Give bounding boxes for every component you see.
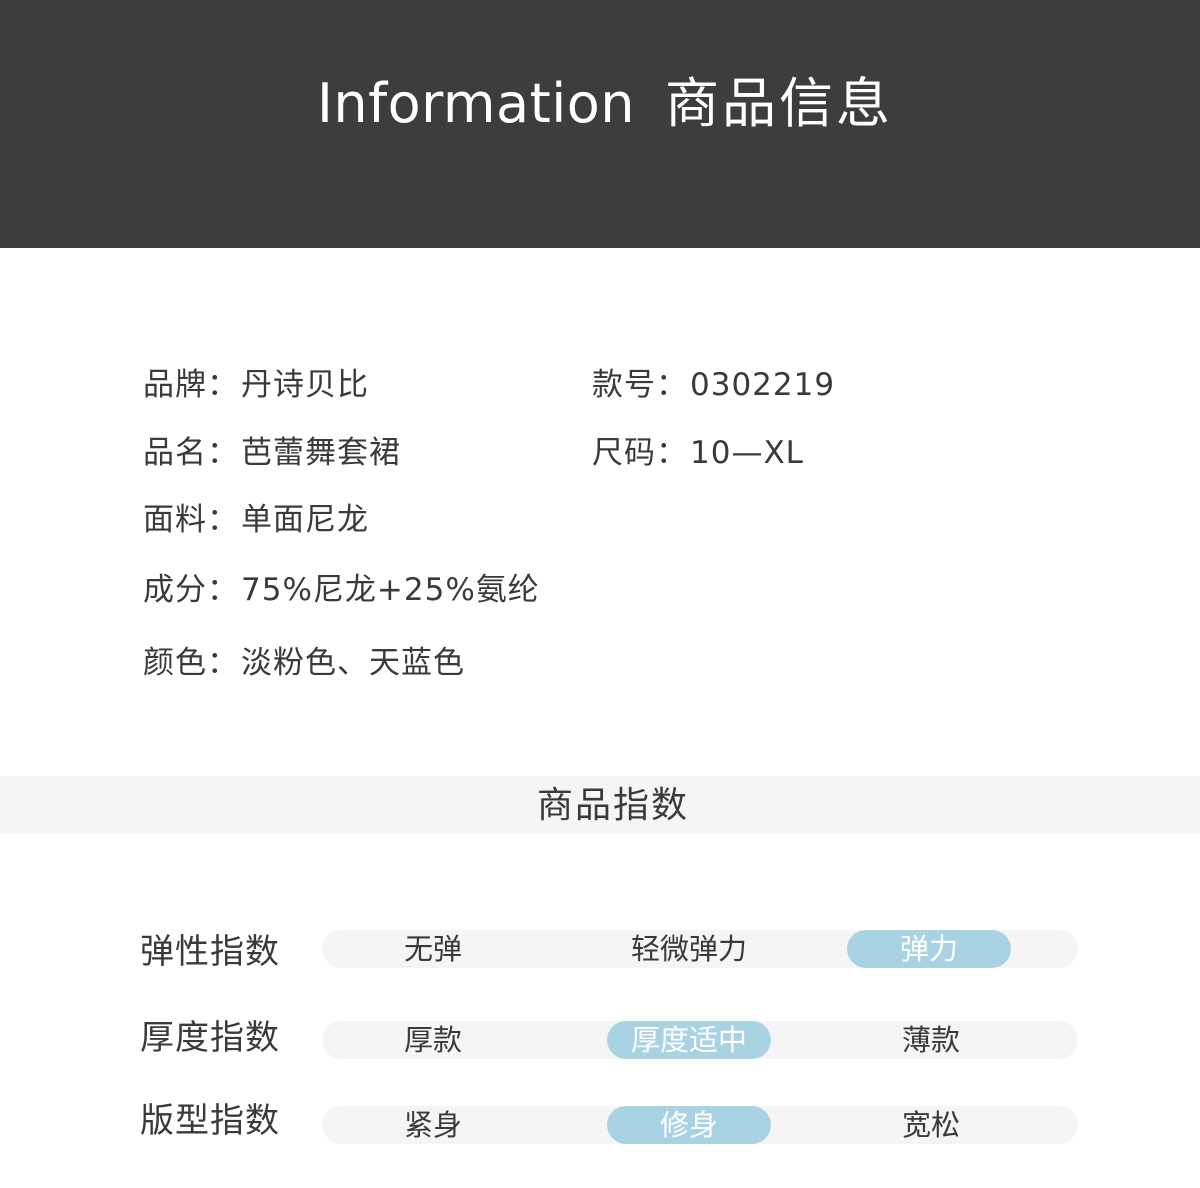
banner-title: Information 商品信息 bbox=[0, 64, 1200, 144]
thickness-option-1: 厚款 bbox=[403, 1023, 462, 1057]
info-size-value: 10—XL bbox=[690, 435, 804, 471]
info-fabric-label: 面料： bbox=[143, 502, 239, 538]
info-color-value: 淡粉色、天蓝色 bbox=[241, 645, 465, 681]
banner-title-zh: 商品信息 bbox=[665, 72, 894, 135]
fit-option-3: 宽松 bbox=[901, 1108, 960, 1142]
header-banner: Information 商品信息 bbox=[0, 0, 1200, 248]
elasticity-option-3: 弹力 bbox=[847, 930, 1011, 968]
elasticity-option-1: 无弹 bbox=[403, 932, 462, 966]
info-size-label: 尺码： bbox=[592, 435, 688, 471]
info-fabric-value: 单面尼龙 bbox=[241, 502, 369, 538]
info-name-label: 品名： bbox=[143, 435, 239, 471]
thickness-label: 厚度指数 bbox=[140, 1018, 280, 1058]
info-model-value: 0302219 bbox=[690, 367, 836, 403]
info-brand-value: 丹诗贝比 bbox=[241, 367, 369, 403]
index-section-header: 商品指数 bbox=[0, 776, 1200, 834]
thickness-option-3: 薄款 bbox=[901, 1023, 960, 1057]
elasticity-label: 弹性指数 bbox=[140, 932, 280, 972]
info-composition-value: 75%尼龙+25%氨纶 bbox=[241, 572, 540, 608]
info-color-label: 颜色： bbox=[143, 645, 239, 681]
index-section-title: 商品指数 bbox=[536, 785, 689, 826]
fit-scale: 紧身 修身 宽松 bbox=[322, 1106, 1078, 1144]
thickness-scale: 厚款 厚度适中 薄款 bbox=[322, 1021, 1078, 1059]
info-brand: 品牌：丹诗贝比 bbox=[143, 365, 369, 405]
info-color: 颜色：淡粉色、天蓝色 bbox=[143, 643, 465, 683]
fit-option-2: 修身 bbox=[607, 1106, 771, 1144]
info-model-label: 款号： bbox=[592, 367, 688, 403]
info-composition: 成分：75%尼龙+25%氨纶 bbox=[143, 570, 540, 610]
info-composition-label: 成分： bbox=[143, 572, 239, 608]
info-brand-label: 品牌： bbox=[143, 367, 239, 403]
fit-option-1: 紧身 bbox=[403, 1108, 462, 1142]
elasticity-option-2: 轻微弹力 bbox=[630, 932, 747, 966]
thickness-option-2: 厚度适中 bbox=[607, 1021, 771, 1059]
fit-label: 版型指数 bbox=[140, 1101, 280, 1141]
info-size: 尺码：10—XL bbox=[592, 433, 804, 473]
elasticity-scale: 无弹 轻微弹力 弹力 bbox=[322, 930, 1078, 968]
info-fabric: 面料：单面尼龙 bbox=[143, 500, 369, 540]
info-name-value: 芭蕾舞套裙 bbox=[241, 435, 401, 471]
info-model: 款号：0302219 bbox=[592, 365, 835, 405]
banner-title-en: Information bbox=[316, 72, 636, 135]
info-name: 品名：芭蕾舞套裙 bbox=[143, 433, 401, 473]
